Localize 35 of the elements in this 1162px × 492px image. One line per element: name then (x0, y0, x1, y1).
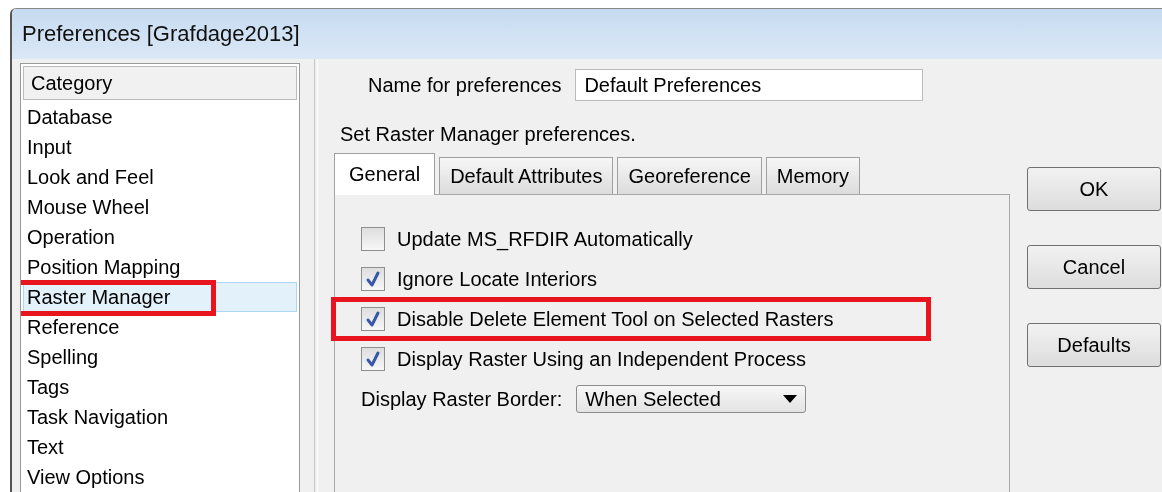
list-header[interactable]: Category (23, 66, 297, 100)
category-item[interactable]: Tags (23, 372, 297, 402)
category-item[interactable]: Position Mapping (23, 252, 297, 282)
tab[interactable]: Default Attributes (439, 157, 614, 194)
field-label: Name for preferences (368, 73, 562, 97)
category-item[interactable]: Text (23, 432, 297, 462)
checkbox[interactable] (361, 347, 385, 371)
checkbox[interactable] (361, 267, 385, 291)
category-item[interactable]: Reference (23, 312, 297, 342)
dialog-button[interactable]: Cancel (1027, 245, 1161, 289)
checkbox-label[interactable]: Disable Delete Element Tool on Selected Rasters (397, 307, 834, 331)
checkbox[interactable] (361, 307, 385, 331)
dialog-button[interactable]: Defaults (1027, 323, 1161, 367)
checkbox-label[interactable]: Update MS_RFDIR Automatically (397, 227, 693, 251)
window-title: Preferences [Grafdage2013] (22, 21, 300, 47)
checkbox[interactable] (361, 227, 385, 251)
dialog-button[interactable]: OK (1027, 167, 1161, 211)
border-dropdown[interactable]: When Selected (576, 385, 807, 413)
category-item[interactable]: Database (23, 102, 297, 132)
dropdown-label: Display Raster Border: (361, 387, 563, 411)
name-field[interactable]: Default Preferences (575, 69, 924, 101)
category-item[interactable]: Task Navigation (23, 402, 297, 432)
category-item[interactable]: Look and Feel (23, 162, 297, 192)
checkbox-label[interactable]: Display Raster Using an Independent Process (397, 347, 807, 371)
category-item[interactable]: View Options (23, 462, 297, 492)
tab[interactable]: General (334, 153, 436, 195)
description-text: Set Raster Manager preferences. (340, 123, 637, 146)
caret-icon (783, 395, 798, 403)
checkbox-label[interactable]: Ignore Locate Interiors (397, 267, 598, 291)
category-item[interactable]: Mouse Wheel (23, 192, 297, 222)
tab[interactable]: Georeference (617, 157, 762, 194)
category-item[interactable]: Spelling (23, 342, 297, 372)
category-item[interactable]: Operation (23, 222, 297, 252)
category-item[interactable]: Input (23, 132, 297, 162)
tab[interactable]: Memory (765, 157, 860, 194)
